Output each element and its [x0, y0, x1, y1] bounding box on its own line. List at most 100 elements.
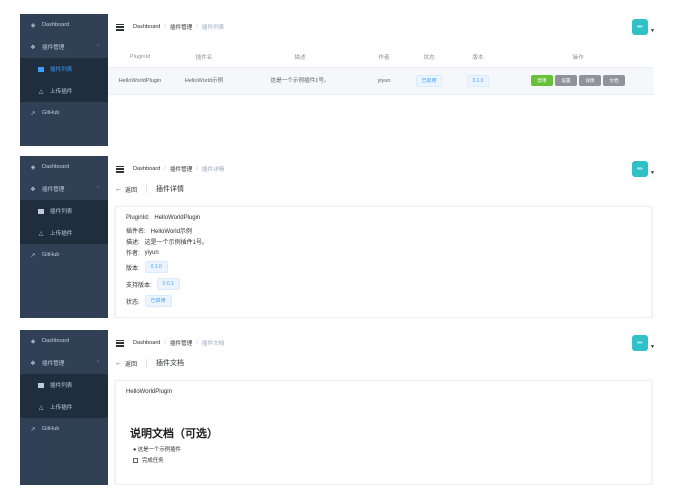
- plugin-manage-icon: ❖: [30, 360, 36, 367]
- sidebar-item-plugin-manage[interactable]: ❖ 插件管理 ⌃: [20, 36, 108, 58]
- dashboard-icon: ◈: [30, 338, 36, 345]
- table-header-row: PluginId 插件名 描述 作者 状态 版本 操作: [108, 47, 654, 68]
- plugin-manage-icon: ❖: [30, 186, 36, 193]
- doc-card: HelloWorldPlugin 说明文档（可选） ● 这是一个示例插件 完成任…: [115, 380, 652, 485]
- breadcrumb-manage[interactable]: 插件管理: [170, 339, 192, 347]
- sidebar-item-github[interactable]: ↗ GitHub: [20, 102, 108, 124]
- back-button[interactable]: ← 返回: [115, 359, 137, 368]
- sidebar-item-plugin-list[interactable]: 插件列表: [20, 200, 108, 222]
- doc-list-item: ● 这是一个示例插件: [133, 447, 181, 453]
- sidebar-item-upload-plugin[interactable]: △ 上传插件: [20, 222, 108, 244]
- cell-status: 已启用: [404, 67, 454, 95]
- col-header-version: 版本: [454, 47, 502, 68]
- avatar[interactable]: ✏: [632, 19, 648, 35]
- main-content: Dashboard / 插件管理 / 插件列表 ✏ ▼ PluginId 插件名…: [108, 14, 660, 146]
- cell-pluginid: HelloWorldPlugin: [108, 67, 172, 95]
- breadcrumb-home[interactable]: Dashboard: [133, 24, 160, 30]
- avatar[interactable]: ✏: [632, 161, 648, 177]
- settings-button[interactable]: 设置: [555, 75, 577, 86]
- sidebar-item-upload-plugin[interactable]: △ 上传插件: [20, 396, 108, 418]
- breadcrumb-current: 插件详情: [201, 167, 225, 173]
- breadcrumb: Dashboard / 插件管理 / 插件列表: [133, 23, 225, 31]
- breadcrumb-manage[interactable]: 插件管理: [170, 23, 192, 31]
- navbar: Dashboard / 插件管理 / 插件文档 ✏ ▼: [108, 330, 660, 356]
- sidebar: ◈ Dashboard ❖ 插件管理 ⌃ 插件列表 △ 上传插件 ↗ GitHu…: [20, 14, 108, 146]
- sidebar-item-plugin-manage[interactable]: ❖ 插件管理 ⌃: [20, 178, 108, 200]
- caret-down-icon[interactable]: ▼: [650, 28, 655, 34]
- list-icon: [36, 208, 46, 214]
- col-header-author: 作者: [364, 47, 404, 68]
- sidebar-item-plugin-list[interactable]: 插件列表: [20, 58, 108, 80]
- docs-button[interactable]: 文档: [603, 75, 625, 86]
- breadcrumb: Dashboard / 插件管理 / 插件详情: [133, 165, 225, 173]
- doc-plugin-name: HelloWorldPlugin: [126, 389, 172, 395]
- breadcrumb-current: 插件列表: [201, 25, 225, 31]
- main-content: Dashboard / 插件管理 / 插件详情 ✏ ▼ ← 返回 插件详情 Pl…: [108, 156, 660, 318]
- back-button[interactable]: ← 返回: [115, 185, 137, 194]
- detail-row-support: 支持版本: 0.0.1: [126, 278, 180, 290]
- cell-actions: 禁用 设置 详情 文档: [502, 67, 654, 95]
- upload-icon: △: [38, 404, 44, 411]
- table-row: HelloWorldPlugin HelloWorld示例 这是一个示例插件1号…: [108, 67, 654, 95]
- task-checkbox[interactable]: [133, 457, 138, 463]
- navbar: Dashboard / 插件管理 / 插件列表 ✏ ▼: [108, 14, 660, 40]
- sidebar-item-dashboard[interactable]: ◈ Dashboard: [20, 14, 108, 36]
- breadcrumb: Dashboard / 插件管理 / 插件文档: [133, 339, 225, 347]
- sidebar-item-dashboard[interactable]: ◈ Dashboard: [20, 156, 108, 178]
- detail-row-author: 作者: yiyun: [126, 249, 159, 258]
- caret-down-icon[interactable]: ▼: [650, 170, 655, 176]
- caret-down-icon[interactable]: ▼: [650, 344, 655, 350]
- sidebar: ◈ Dashboard ❖ 插件管理 ⌃ 插件列表 △ 上传插件 ↗ GitHu…: [20, 156, 108, 318]
- external-link-icon: ↗: [30, 252, 36, 259]
- sidebar-item-github[interactable]: ↗ GitHub: [20, 418, 108, 440]
- sidebar-item-upload-plugin[interactable]: △ 上传插件: [20, 80, 108, 102]
- upload-icon: △: [38, 230, 44, 237]
- col-header-actions: 操作: [502, 47, 654, 68]
- col-header-pluginid: PluginId: [108, 47, 172, 68]
- breadcrumb-home[interactable]: Dashboard: [133, 166, 160, 172]
- page-header: ← 返回 插件详情: [115, 184, 184, 194]
- list-icon: [36, 382, 46, 388]
- hamburger-icon[interactable]: [116, 23, 124, 31]
- page-title: 插件文档: [156, 360, 185, 367]
- hamburger-icon[interactable]: [116, 165, 124, 173]
- doc-task-item: 完成任务: [133, 456, 164, 464]
- status-badge: 已启用: [416, 74, 442, 87]
- details-button[interactable]: 详情: [579, 75, 601, 86]
- plugin-table: PluginId 插件名 描述 作者 状态 版本 操作 HelloWorldPl…: [108, 47, 654, 95]
- page-header: ← 返回 插件文档: [115, 358, 184, 368]
- page-title: 插件详情: [156, 186, 185, 193]
- sidebar-item-plugin-manage[interactable]: ❖ 插件管理 ⌃: [20, 352, 108, 374]
- plugin-manage-icon: ❖: [30, 44, 36, 51]
- navbar: Dashboard / 插件管理 / 插件详情 ✏ ▼: [108, 156, 660, 182]
- disable-button[interactable]: 禁用: [531, 75, 553, 86]
- detail-row-name: 插件名: HelloWorld示例: [126, 229, 192, 235]
- dashboard-icon: ◈: [30, 22, 36, 29]
- detail-row-id: PluginId: HelloWorldPlugin: [126, 215, 201, 221]
- cell-desc: 这是一个示例插件1号。: [236, 67, 364, 95]
- breadcrumb-current: 插件文档: [201, 341, 225, 347]
- detail-row-status: 状态: 已启用: [126, 295, 172, 307]
- avatar[interactable]: ✏: [632, 335, 648, 351]
- breadcrumb-manage[interactable]: 插件管理: [170, 165, 192, 173]
- cell-author: yiyun: [364, 67, 404, 95]
- col-header-name: 插件名: [172, 47, 236, 68]
- detail-card: PluginId: HelloWorldPlugin 插件名: HelloWor…: [115, 206, 652, 318]
- hamburger-icon[interactable]: [116, 339, 124, 347]
- sidebar-item-plugin-list[interactable]: 插件列表: [20, 374, 108, 396]
- cell-name: HelloWorld示例: [172, 67, 236, 95]
- sidebar-item-dashboard[interactable]: ◈ Dashboard: [20, 330, 108, 352]
- sidebar-item-github[interactable]: ↗ GitHub: [20, 244, 108, 266]
- col-header-desc: 描述: [236, 47, 364, 68]
- breadcrumb-home[interactable]: Dashboard: [133, 340, 160, 346]
- detail-row-desc: 描述: 这是一个示例插件1号。: [126, 240, 209, 246]
- chevron-up-icon: ⌃: [95, 44, 100, 50]
- sidebar: ◈ Dashboard ❖ 插件管理 ⌃ 插件列表 △ 上传插件 ↗ GitHu…: [20, 330, 108, 485]
- doc-heading: 说明文档（可选）: [130, 428, 218, 440]
- list-icon: [36, 66, 46, 72]
- detail-row-version: 版本: 0.1.0: [126, 261, 168, 273]
- plugin-list-screen: ◈ Dashboard ❖ 插件管理 ⌃ 插件列表 △ 上传插件 ↗ GitHu…: [20, 14, 660, 146]
- status-badge: 已启用: [144, 295, 172, 307]
- plugin-doc-screen: ◈ Dashboard ❖ 插件管理 ⌃ 插件列表 △ 上传插件 ↗ GitHu…: [20, 330, 660, 485]
- main-content: Dashboard / 插件管理 / 插件文档 ✏ ▼ ← 返回 插件文档 He…: [108, 330, 660, 485]
